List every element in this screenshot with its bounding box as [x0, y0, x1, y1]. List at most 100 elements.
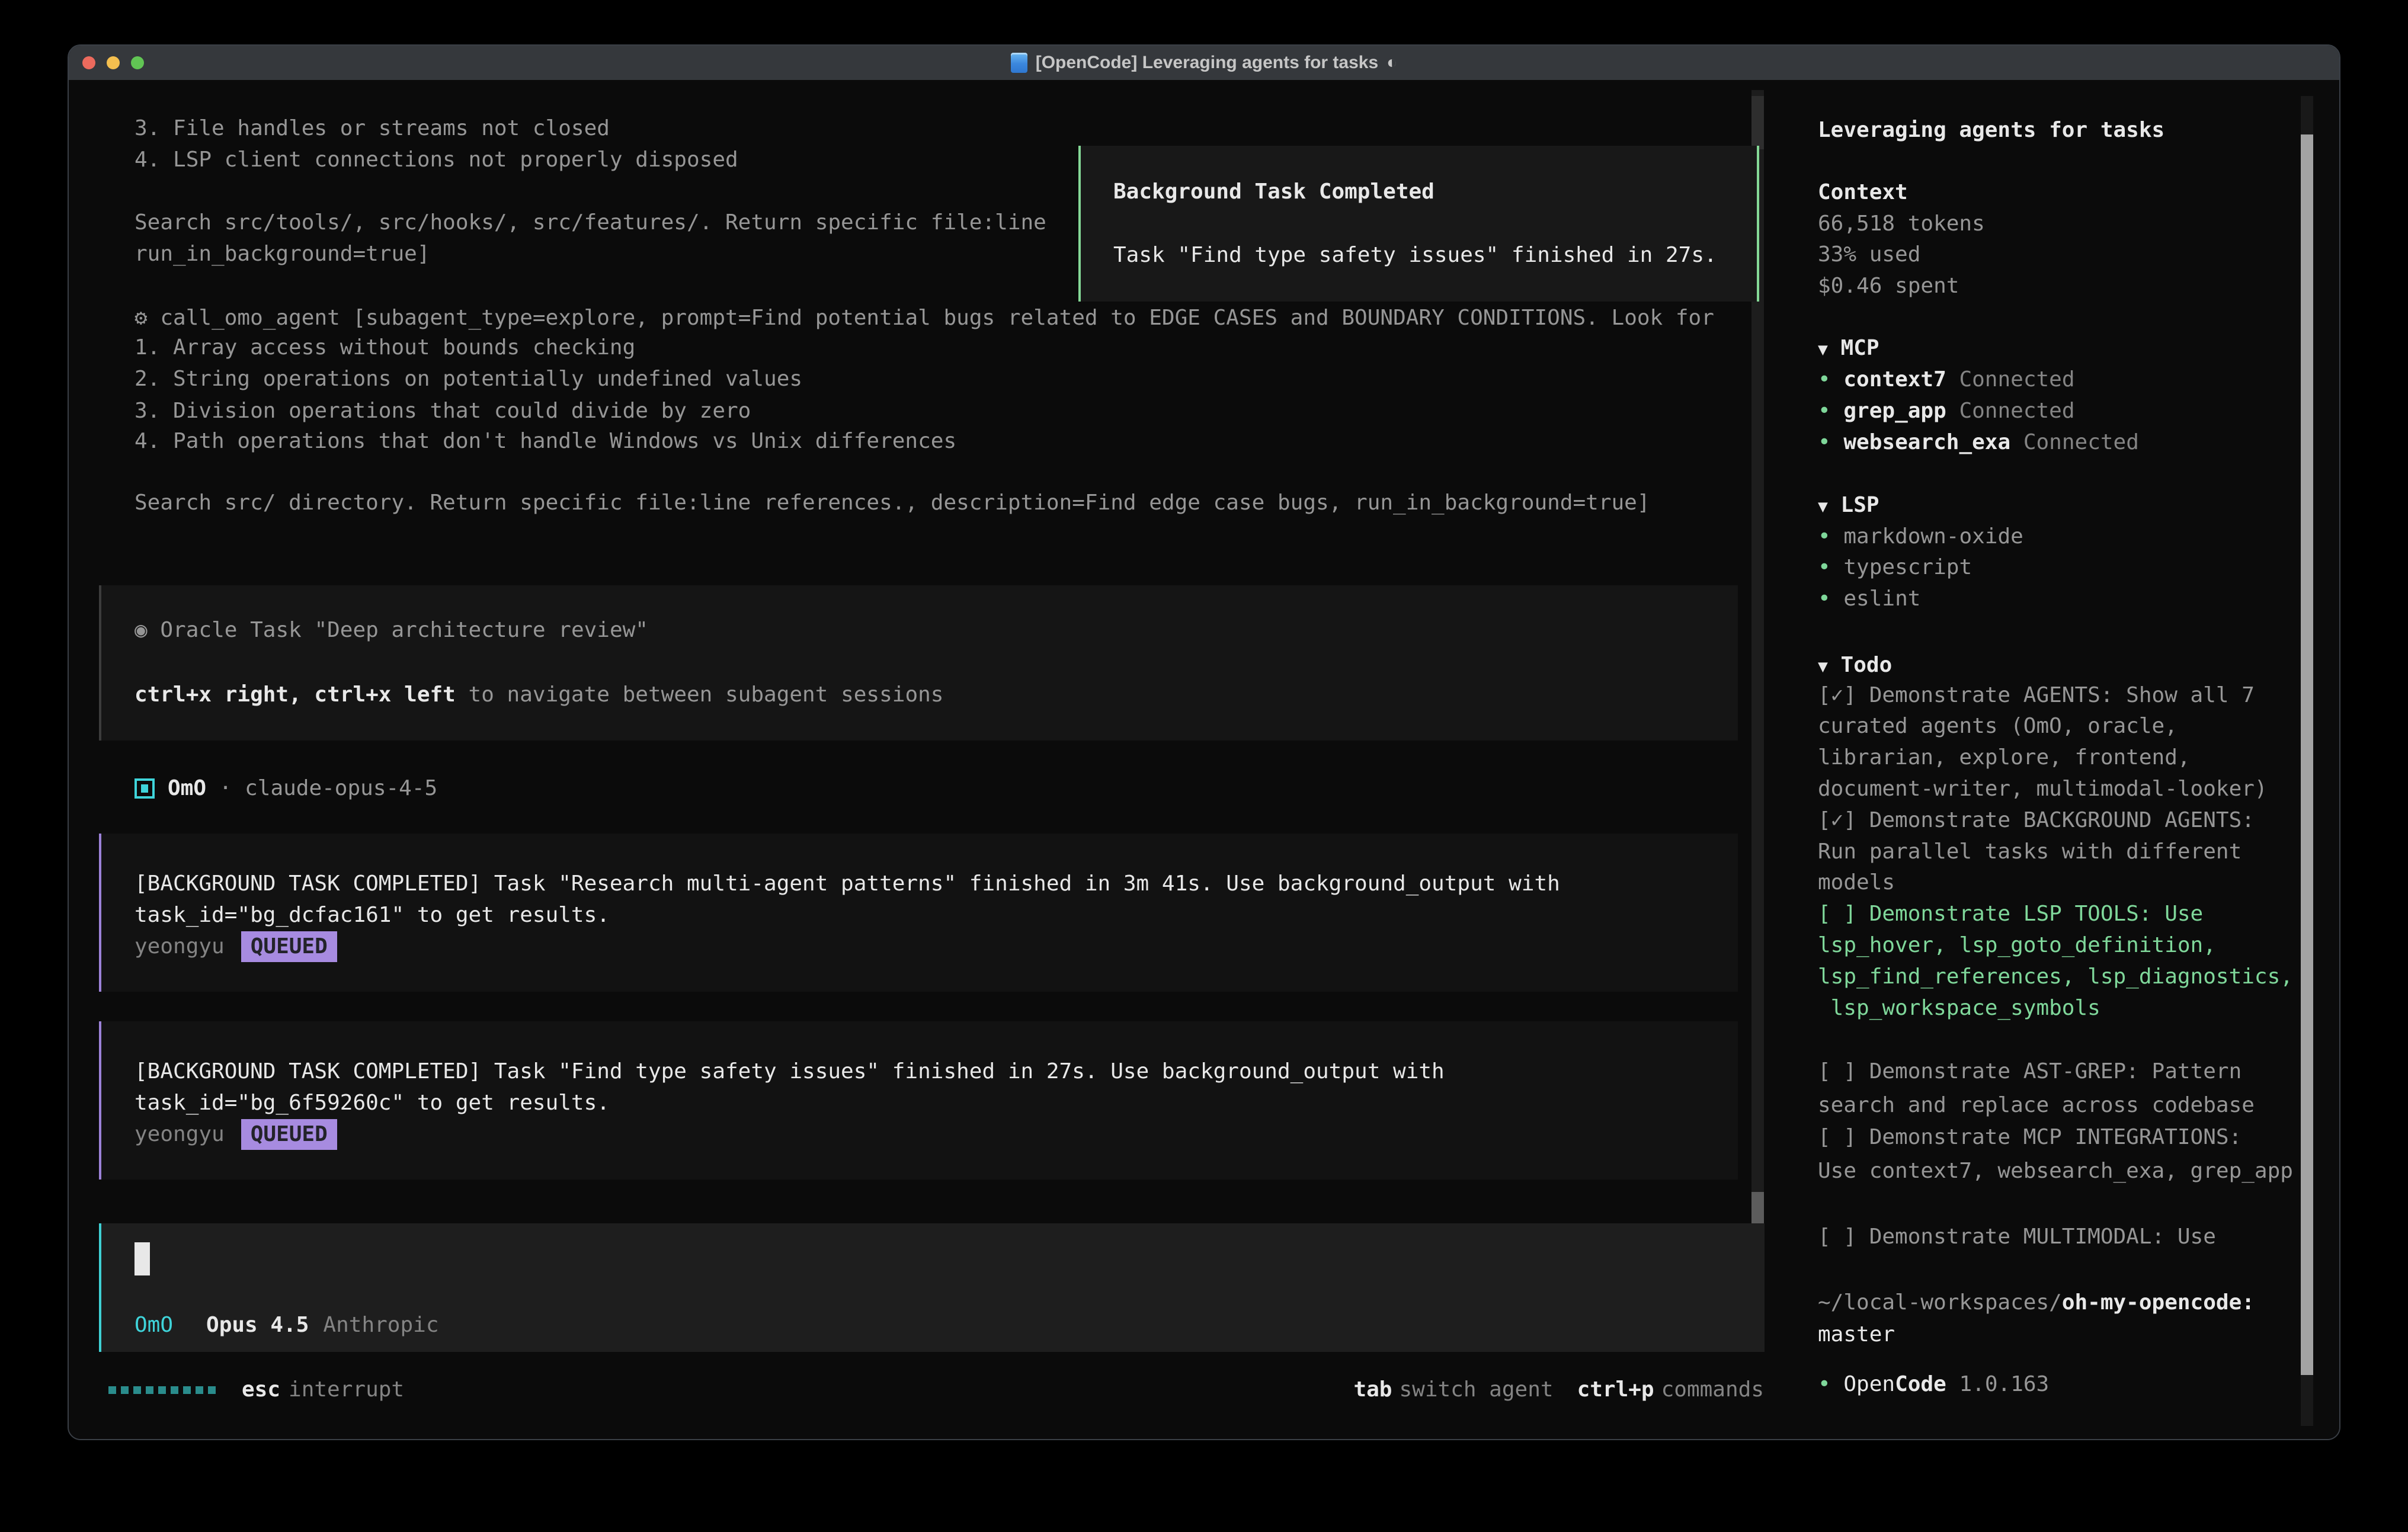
- todo-item-active-line: lsp_find_references, lsp_diagnostics,: [1818, 961, 2293, 992]
- oracle-hint-keys: ctrl+x right, ctrl+x left: [135, 682, 456, 707]
- status-bar-right: tab switch agent ctrl+p commands: [1353, 1374, 1764, 1405]
- todo-item-done-line: document-writer, multimodal-looker): [1818, 774, 2268, 805]
- tool-call-line: Search src/ directory. Return specific f…: [135, 488, 1650, 518]
- workspace-path: ~/local-workspaces/oh-my-opencode:: [1818, 1287, 2255, 1318]
- lsp-heading: LSP: [1841, 493, 1879, 517]
- lsp-item-name: markdown-oxide: [1843, 524, 2023, 549]
- collapse-triangle-icon: ▼: [1818, 656, 1828, 676]
- status-badge: QUEUED: [241, 1119, 337, 1150]
- todo-item-active-line: [ ] Demonstrate LSP TOOLS: Use: [1818, 899, 2203, 930]
- todo-item-pending-line: search and replace across codebase: [1818, 1090, 2255, 1121]
- mcp-item: • context7 Connected: [1818, 364, 2075, 395]
- cmd-key-label: commands: [1661, 1374, 1764, 1405]
- window-title-group: [OpenCode] Leveraging agents for tasks ◐: [69, 46, 2339, 80]
- oracle-hint-rest: to navigate between subagent sessions: [456, 682, 944, 707]
- bullet-dot-icon: •: [1818, 399, 1831, 423]
- sidebar-scrollbar-thumb[interactable]: [2301, 134, 2313, 1375]
- todo-heading: Todo: [1841, 653, 1893, 677]
- message-line: [BACKGROUND TASK COMPLETED] Task "Find t…: [135, 1056, 1445, 1087]
- bullet-dot-icon: •: [1818, 586, 1831, 611]
- agent-chip-text: OmO · claude-opus-4-5: [168, 773, 437, 804]
- lsp-item-name: eslint: [1843, 586, 1920, 611]
- collapse-triangle-icon: ▼: [1818, 496, 1828, 516]
- message-block: [BACKGROUND TASK COMPLETED] Task "Find t…: [99, 1021, 1738, 1180]
- input-model-label: Opus 4.5: [206, 1313, 309, 1337]
- sidebar: Leveraging agents for tasks Context 66,5…: [1818, 80, 2339, 1440]
- esc-key-label: interrupt: [289, 1374, 404, 1405]
- spinner-dots-icon: [108, 1386, 216, 1394]
- mcp-heading: MCP: [1841, 336, 1879, 360]
- workspace-branch: master: [1818, 1319, 1895, 1350]
- tab-key-label: switch agent: [1399, 1374, 1553, 1405]
- titlebar[interactable]: [OpenCode] Leveraging agents for tasks ◐: [69, 46, 2339, 81]
- main-scrollbar-thumb[interactable]: [1751, 1192, 1764, 1226]
- mcp-item-name: websearch_exa: [1843, 430, 2010, 454]
- todo-section-header[interactable]: ▼ Todo: [1818, 650, 1892, 682]
- document-icon: [1011, 53, 1027, 73]
- oracle-task-title-line: ◉ Oracle Task "Deep architecture review": [135, 615, 648, 646]
- prompt-input[interactable]: OmO Opus 4.5 Anthropic: [99, 1223, 1765, 1352]
- toast-body: Task "Find type safety issues" finished …: [1113, 240, 1717, 271]
- oracle-hint-line: ctrl+x right, ctrl+x left to navigate be…: [135, 680, 943, 710]
- input-provider-label: Anthropic: [323, 1313, 438, 1337]
- version-line: • OpenCode 1.0.163: [1818, 1369, 2049, 1400]
- status-bar-left: esc interrupt: [108, 1374, 404, 1405]
- app-name-bold: Code: [1895, 1372, 1946, 1396]
- scrollback-line: 3. File handles or streams not closed: [135, 113, 610, 144]
- scrollback-line: 4. LSP client connections not properly d…: [135, 145, 738, 175]
- agent-chip-model: claude-opus-4-5: [245, 776, 437, 800]
- mcp-section-header[interactable]: ▼ MCP: [1818, 333, 1879, 365]
- todo-item-pending-line: Use context7, websearch_exa, grep_app: [1818, 1156, 2293, 1187]
- terminal-window: [OpenCode] Leveraging agents for tasks ◐…: [68, 44, 2340, 1440]
- lsp-section-header[interactable]: ▼ LSP: [1818, 490, 1879, 522]
- text-cursor: [135, 1242, 150, 1275]
- mcp-item: • grep_app Connected: [1818, 396, 2075, 427]
- todo-item-pending-line: [ ] Demonstrate MULTIMODAL: Use: [1818, 1222, 2216, 1252]
- todo-item-pending-line: [ ] Demonstrate AST-GREP: Pattern: [1818, 1056, 2242, 1087]
- oracle-task-title: Oracle Task "Deep architecture review": [160, 618, 648, 642]
- scrollback-line: run_in_background=true]: [135, 239, 430, 270]
- mcp-item-name: grep_app: [1843, 399, 1946, 423]
- oracle-task-panel[interactable]: ◉ Oracle Task "Deep architecture review"…: [99, 585, 1738, 741]
- context-used: 33% used: [1818, 239, 1920, 270]
- lsp-item: • markdown-oxide: [1818, 521, 2023, 552]
- context-spent: $0.46 spent: [1818, 271, 1959, 302]
- mcp-item: • websearch_exa Connected: [1818, 427, 2139, 458]
- tool-call-line: 4. Path operations that don't handle Win…: [135, 426, 956, 457]
- session-title: Leveraging agents for tasks: [1818, 115, 2164, 146]
- context-tokens: 66,518 tokens: [1818, 209, 1985, 239]
- esc-key-hint: esc: [242, 1374, 280, 1405]
- app-version: 1.0.163: [1959, 1372, 2049, 1396]
- todo-item-active-line: lsp_workspace_symbols: [1818, 993, 2100, 1024]
- context-heading: Context: [1818, 177, 1908, 208]
- todo-item-done-line: librarian, explore, frontend,: [1818, 742, 2191, 773]
- window-title: [OpenCode] Leveraging agents for tasks: [1036, 46, 1378, 80]
- input-agent-label: OmO: [135, 1313, 173, 1337]
- tab-key-hint: tab: [1353, 1374, 1392, 1405]
- message-line: task_id="bg_6f59260c" to get results.: [135, 1088, 610, 1118]
- todo-item-done-line: curated agents (OmO, oracle,: [1818, 711, 2178, 742]
- tool-call-line: 2. String operations on potentially unde…: [135, 364, 802, 395]
- tool-call-line: ⚙ call_omo_agent [subagent_type=explore,…: [135, 303, 1714, 334]
- bullet-dot-icon: •: [1818, 524, 1831, 549]
- workspace-path-prefix: ~/local-workspaces/: [1818, 1290, 2062, 1315]
- status-badge: QUEUED: [241, 931, 337, 962]
- main-scrollbar-cap[interactable]: [1751, 96, 1764, 149]
- message-block: [BACKGROUND TASK COMPLETED] Task "Resear…: [99, 834, 1738, 992]
- todo-item-done-line: Run parallel tasks with different: [1818, 836, 2242, 867]
- busy-indicator-icon: ◐: [1386, 46, 1397, 80]
- toast-title: Background Task Completed: [1113, 177, 1434, 207]
- lsp-item-name: typescript: [1843, 555, 1972, 579]
- todo-item-pending-line: [ ] Demonstrate MCP INTEGRATIONS:: [1818, 1122, 2242, 1153]
- message-line: task_id="bg_dcfac161" to get results.: [135, 900, 610, 931]
- collapse-triangle-icon: ▼: [1818, 339, 1828, 359]
- agent-chip: OmO · claude-opus-4-5: [135, 773, 437, 804]
- terminal-content: 3. File handles or streams not closed 4.…: [69, 80, 2339, 1439]
- lsp-item: • eslint: [1818, 584, 1920, 614]
- message-author: yeongyu: [135, 1119, 225, 1150]
- bullet-dot-icon: •: [1818, 555, 1831, 579]
- todo-item-done-line: [✓] Demonstrate AGENTS: Show all 7: [1818, 680, 2255, 711]
- lsp-item: • typescript: [1818, 552, 1972, 583]
- todo-item-done-line: [✓] Demonstrate BACKGROUND AGENTS:: [1818, 805, 2255, 836]
- bullet-dot-icon: •: [1818, 367, 1831, 392]
